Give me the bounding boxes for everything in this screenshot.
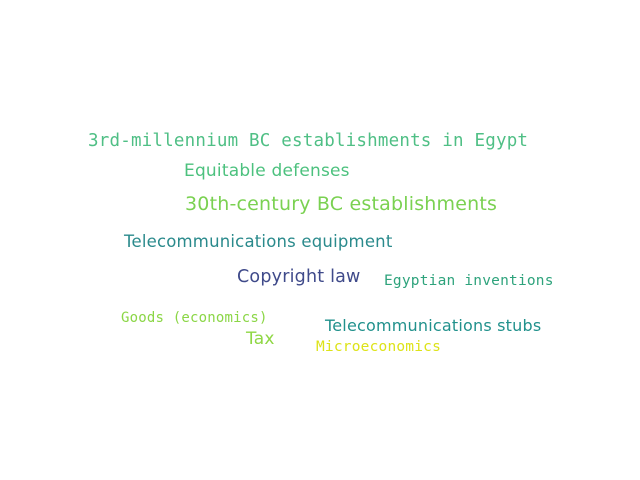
word-telecommunications-stubs: Telecommunications stubs: [325, 316, 542, 335]
word-tax: Tax: [246, 329, 275, 349]
word-cloud: 3rd-millennium BC establishments in Egyp…: [0, 0, 640, 480]
word-equitable-defenses: Equitable defenses: [184, 161, 350, 181]
word-goods-economics: Goods (economics): [121, 310, 268, 326]
word-microeconomics: Microeconomics: [316, 339, 442, 355]
word-egyptian-inventions: Egyptian inventions: [384, 273, 554, 289]
word-telecommunications-equipment: Telecommunications equipment: [124, 232, 393, 251]
word-30th-century-bc-establishments: 30th-century BC establishments: [185, 193, 498, 215]
word-3rd-millennium-bc-establishments-in-egypt: 3rd-millennium BC establishments in Egyp…: [88, 131, 529, 151]
word-copyright-law: Copyright law: [237, 267, 361, 287]
